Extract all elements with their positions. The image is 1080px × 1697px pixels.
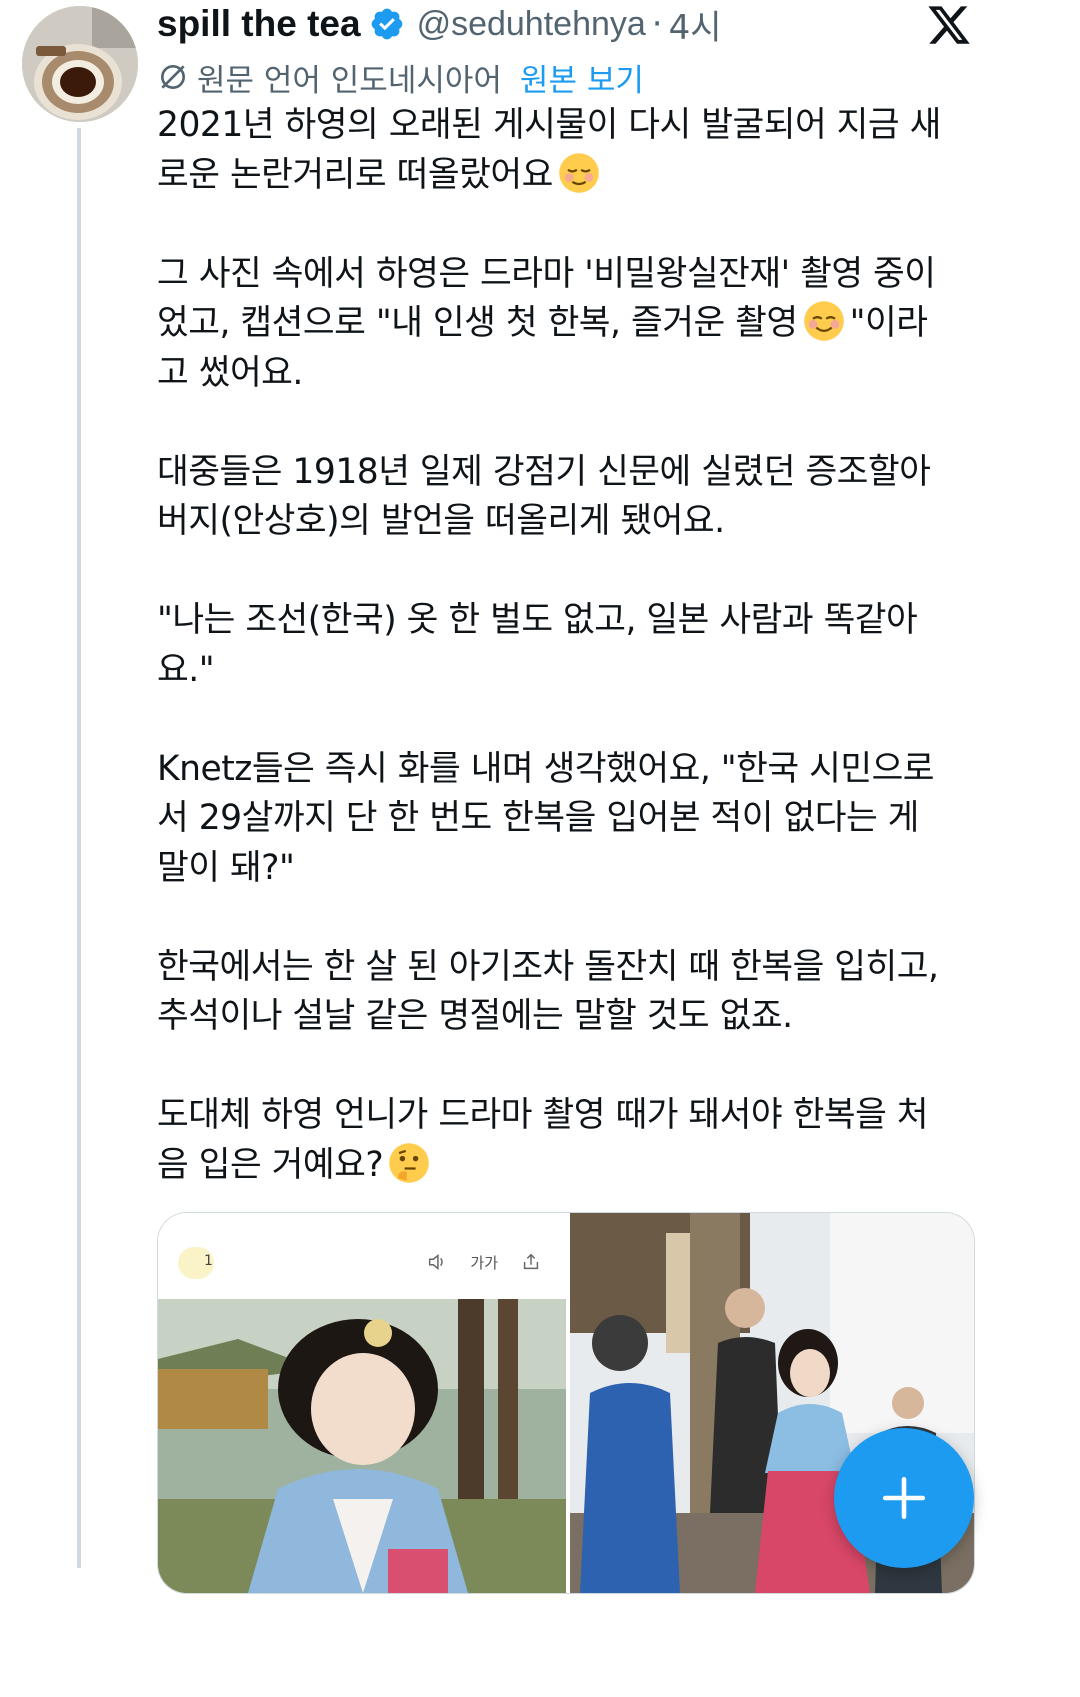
translate-icon (161, 65, 185, 89)
font-size-label: 가가 (470, 1253, 498, 1272)
article-toolbar: 1 가가 (158, 1213, 566, 1299)
paragraph-text: 대중들은 1918년 일제 강점기 신문에 실렸던 증조할아 버지(안상호)의 … (157, 451, 931, 542)
smiling-face-emoji (803, 301, 844, 341)
x-logo-icon (928, 6, 970, 44)
hanbok-photo-left (158, 1299, 566, 1593)
reaction-count: 1 (204, 1253, 213, 1269)
speaker-icon (429, 1254, 444, 1270)
post-time[interactable]: 4시 (669, 0, 722, 49)
share-icon (523, 1253, 539, 1270)
relieved-face-emoji (559, 152, 599, 193)
compose-button[interactable] (834, 1428, 974, 1568)
tweet-paragraph: 한국에서는 한 살 된 아기조차 돌잔치 때 한복을 입히고, 추석이나 설날 … (157, 943, 969, 1042)
tweet-header: spill the tea @seduhtehnya · 4시 (157, 0, 722, 48)
article-tools: 가가 (426, 1251, 542, 1273)
tweet-text: 2021년 하영의 오래된 게시물이 다시 발굴되어 지금 새 로운 논란거리로… (157, 101, 969, 1240)
translation-label: 원문 언어 인도네시아어 (197, 62, 502, 99)
paragraph-text: Knetz들은 즉시 화를 내며 생각했어요, "한국 시민으로 서 29살까지… (157, 748, 935, 888)
thinking-face-emoji (389, 1142, 429, 1183)
tweet-paragraph: 그 사진 속에서 하영은 드라마 '비밀왕실잔재' 촬영 중이 었고, 캡션으로… (157, 250, 969, 399)
paragraph-text: 2021년 하영의 오래된 게시물이 다시 발굴되어 지금 새 로운 논란거리로… (157, 105, 941, 195)
view-original-link[interactable]: 원본 보기 (520, 55, 644, 100)
author-handle[interactable]: @seduhtehnya (417, 5, 646, 44)
media-image-left[interactable]: 1 가가 (158, 1213, 566, 1593)
paragraph-text: 한국에서는 한 살 된 아기조차 돌잔치 때 한복을 입히고, 추석이나 설날 … (157, 946, 939, 1037)
translation-row: 원문 언어 인도네시아어 원본 보기 (157, 55, 644, 100)
paragraph-text: "나는 조선(한국) 옷 한 벌도 없고, 일본 사람과 똑같아 요." (157, 600, 918, 690)
thread-line (77, 128, 81, 1568)
verified-badge-icon (371, 8, 402, 40)
separator-dot: · (651, 4, 663, 44)
tweet-paragraph: "나는 조선(한국) 옷 한 벌도 없고, 일본 사람과 똑같아 요." (157, 596, 969, 695)
avatar[interactable] (22, 6, 138, 122)
tweet-paragraph: Knetz들은 즉시 화를 내며 생각했어요, "한국 시민으로 서 29살까지… (157, 745, 969, 894)
tweet-paragraph: 2021년 하영의 오래된 게시물이 다시 발굴되어 지금 새 로운 논란거리로… (157, 101, 969, 200)
tweet-paragraph: 도대체 하영 언니가 드라마 촬영 때가 돼서야 한복을 처 음 입은 거예요? (157, 1091, 969, 1190)
tea-cup-avatar (22, 6, 138, 122)
paragraph-text: 도대체 하영 언니가 드라마 촬영 때가 돼서야 한복을 처 음 입은 거예요? (157, 1095, 929, 1185)
author-name[interactable]: spill the tea (157, 3, 361, 45)
tweet-paragraph: 대중들은 1918년 일제 강점기 신문에 실렸던 증조할아 버지(안상호)의 … (157, 448, 969, 547)
plus-icon (882, 1476, 926, 1520)
